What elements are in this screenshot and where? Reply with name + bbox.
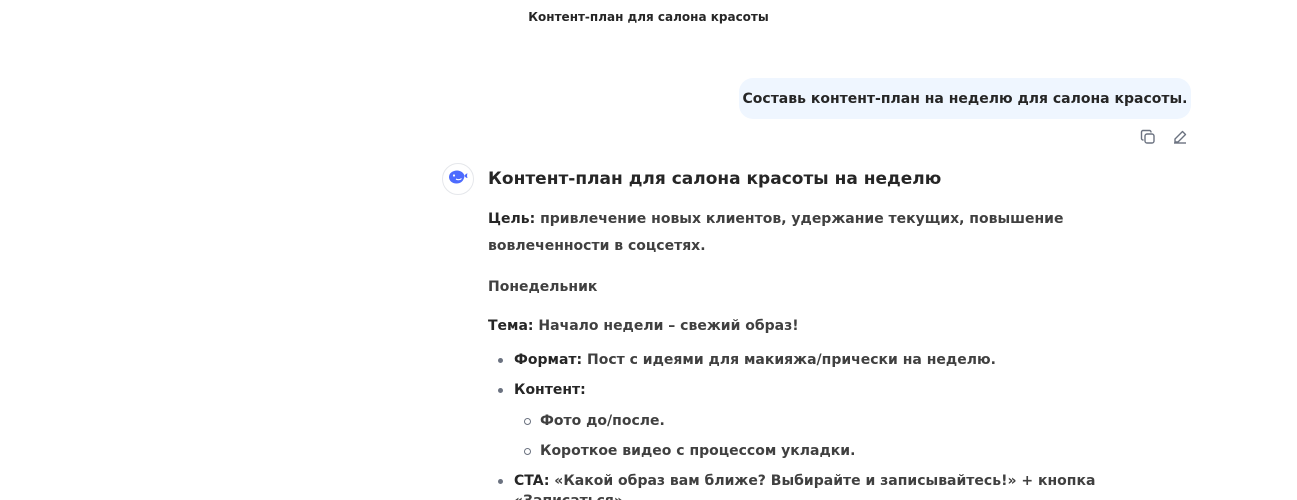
copy-icon [1139, 128, 1157, 150]
chat-title: Контент-план для салона красоты [528, 10, 769, 24]
goal-text: привлечение новых клиентов, удержание те… [488, 211, 1064, 254]
plan-list: Формат: Пост с идеями для макияжа/причес… [488, 350, 1188, 500]
content-sublist: Фото до/после. Короткое видео с процессо… [514, 411, 1188, 461]
format-label: Формат: [514, 352, 583, 368]
cta-text: «Какой образ вам ближе? Выбирайте и запи… [514, 473, 1096, 500]
user-message: Составь контент-план на неделю для салон… [739, 78, 1191, 119]
edit-button[interactable] [1170, 129, 1189, 148]
edit-icon [1171, 128, 1189, 150]
sub-list-item: Фото до/после. [514, 411, 1188, 431]
chat-page: Контент-план для салона красоты Составь … [0, 0, 1297, 500]
format-text: Пост с идеями для макияжа/прически на не… [582, 352, 996, 368]
message-actions [1138, 129, 1189, 148]
theme-paragraph: Тема: Начало недели – свежий образ! [488, 313, 1188, 340]
content-label: Контент: [514, 382, 586, 398]
list-item-content: Контент: Фото до/после. Короткое видео с… [488, 380, 1188, 461]
goal-paragraph: Цель: привлечение новых клиентов, удержа… [488, 206, 1188, 260]
list-item-format: Формат: Пост с идеями для макияжа/причес… [488, 350, 1188, 370]
theme-label: Тема: [488, 318, 534, 334]
list-item-cta: CTA: «Какой образ вам ближе? Выбирайте и… [488, 471, 1188, 500]
goal-label: Цель: [488, 211, 536, 227]
copy-button[interactable] [1138, 129, 1157, 148]
whale-icon [447, 168, 469, 190]
assistant-avatar [442, 163, 474, 195]
day-heading: Понедельник [488, 279, 598, 295]
answer-heading: Контент-план для салона красоты на недел… [488, 169, 942, 189]
theme-text: Начало недели – свежий образ! [533, 318, 799, 334]
sub-list-item: Короткое видео с процессом укладки. [514, 441, 1188, 461]
assistant-answer: Контент-план для салона красоты на недел… [488, 168, 1188, 500]
cta-label: CTA: [514, 473, 550, 489]
